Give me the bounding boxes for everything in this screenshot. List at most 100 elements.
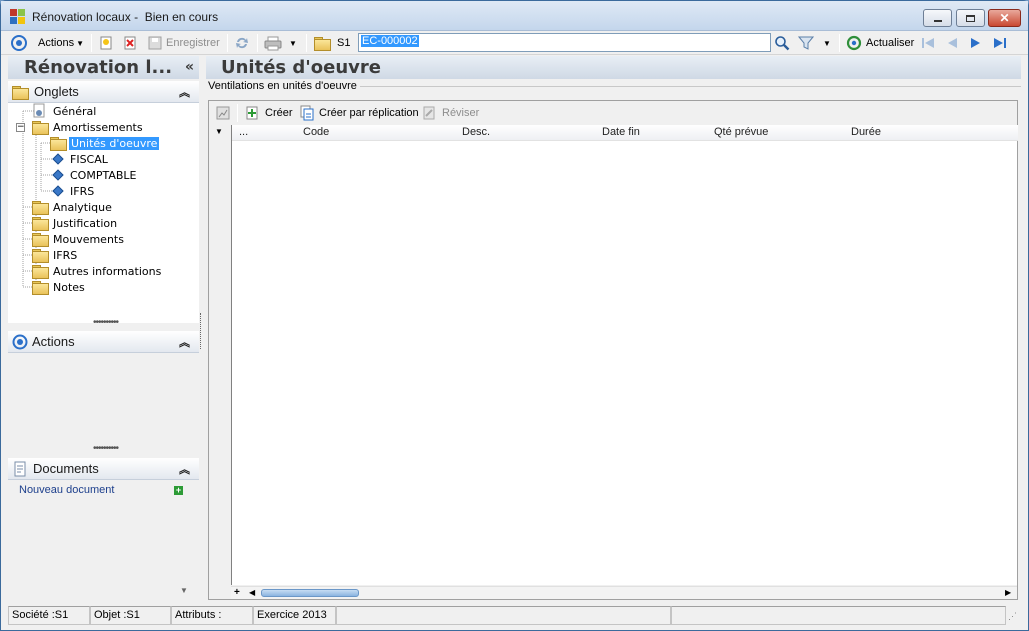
save-button[interactable]: Enregistrer (147, 31, 220, 55)
tree-item-label: Analytique (53, 200, 112, 214)
diamond-icon (52, 153, 64, 165)
tree-item-fiscal[interactable]: FISCAL (50, 151, 110, 167)
splitter-grip[interactable]: •••••••••• (93, 443, 119, 454)
column-header-more[interactable]: ... (239, 126, 248, 138)
tree-item-label: Unités d'oeuvre (69, 136, 160, 150)
maximize-button[interactable] (956, 9, 985, 27)
revise-button[interactable]: Réviser (421, 101, 479, 125)
record-title-text: Rénovation l... (24, 57, 173, 78)
image-icon (215, 105, 231, 121)
app-icon (10, 9, 26, 25)
splitter-grip[interactable]: •••••••••• (93, 317, 119, 328)
folder-icon (32, 217, 49, 231)
target-icon (12, 334, 28, 350)
horizontal-scrollbar[interactable]: + ◀ ▶ (231, 586, 1017, 599)
new-document-link[interactable]: Nouveau document (19, 484, 114, 496)
tree-item-ifrs[interactable]: IFRS (32, 247, 79, 263)
last-record-button[interactable] (992, 31, 1008, 55)
delete-icon (122, 35, 138, 51)
tree-item-label: Général (53, 104, 97, 118)
column-header-date-fin[interactable]: Date fin (602, 126, 640, 138)
collapse-panel-icon[interactable]: « (185, 56, 194, 79)
status-attributs: Attributs : (171, 606, 253, 625)
chevron-down-icon[interactable]: ▼ (180, 586, 188, 595)
create-replication-button[interactable]: Créer par réplication (299, 101, 419, 125)
create-button[interactable]: Créer (244, 101, 293, 125)
tree-item-ifrs-amort[interactable]: IFRS (50, 183, 96, 199)
tree-item-unites-oeuvre[interactable]: Unités d'oeuvre (50, 135, 160, 151)
previous-icon (944, 35, 960, 51)
column-header-duree[interactable]: Durée (851, 126, 881, 138)
previous-record-button[interactable] (944, 31, 960, 55)
folder-icon (32, 121, 49, 135)
grid-menu-chevron-icon[interactable]: ▼ (215, 127, 223, 136)
actions-menu-button[interactable]: Actions ▼ (38, 31, 84, 55)
actions-panel-title: Actions (32, 334, 75, 349)
expand-minus-icon[interactable]: − (16, 122, 25, 132)
vertical-splitter[interactable] (200, 313, 203, 349)
revise-icon (421, 105, 437, 121)
tree-item-mouvements[interactable]: Mouvements (32, 231, 126, 247)
delete-button[interactable] (122, 31, 138, 55)
next-record-button[interactable] (968, 31, 984, 55)
s1-folder-button[interactable]: S1 (314, 31, 350, 55)
page-title: Unités d'oeuvre (206, 56, 1021, 79)
tree-item-label: IFRS (70, 184, 95, 198)
tree-item-general[interactable]: Général (31, 103, 98, 119)
tree-item-justification[interactable]: Justification (32, 215, 119, 231)
collapse-up-icon[interactable]: ︽ (179, 84, 190, 100)
new-button[interactable] (98, 31, 114, 55)
title-bar: Rénovation locaux - Bien en cours ✕ (1, 1, 1028, 31)
add-icon[interactable]: + (174, 486, 183, 495)
record-code-input[interactable]: EC-000002 (358, 33, 771, 52)
tree-item-label: IFRS (53, 248, 78, 262)
documents-panel-header[interactable]: Documents ︽ (8, 458, 199, 480)
tabs-panel-header[interactable]: Onglets ︽ (8, 81, 199, 103)
actions-panel-header[interactable]: Actions ︽ (8, 331, 199, 353)
collapse-up-icon[interactable]: ︽ (179, 334, 190, 350)
grid-toolbar: Créer Créer par réplication Réviser (209, 101, 1017, 125)
filter-button[interactable]: ▼ (797, 31, 831, 55)
column-header-desc[interactable]: Desc. (462, 126, 490, 138)
maximize-icon (966, 14, 975, 22)
search-icon (774, 35, 790, 51)
search-button[interactable] (774, 31, 790, 55)
scroll-left-icon[interactable]: ◀ (249, 588, 255, 597)
grid-view-button[interactable] (215, 101, 231, 125)
printer-icon (264, 35, 282, 51)
scroll-thumb[interactable] (261, 589, 359, 597)
open-folder-icon (50, 137, 67, 151)
add-row-icon[interactable]: + (234, 587, 240, 598)
tree-item-label: Justification (53, 216, 118, 230)
close-icon: ✕ (999, 11, 1010, 25)
collapse-up-icon[interactable]: ︽ (179, 461, 190, 477)
target-button[interactable] (11, 31, 27, 55)
resize-grip-icon[interactable]: ⋰ (1008, 611, 1019, 622)
revise-label: Réviser (442, 107, 480, 119)
folder-icon (12, 85, 29, 100)
status-objet: Objet :S1 (90, 606, 171, 625)
folder-icon (32, 265, 49, 279)
column-header-qte-prevue[interactable]: Qté prévue (714, 126, 768, 138)
refresh-button[interactable]: Actualiser (846, 31, 914, 55)
scroll-right-icon[interactable]: ▶ (1005, 588, 1011, 597)
tree-item-amortissements[interactable]: − Amortissements (16, 119, 145, 135)
tree-item-comptable[interactable]: COMPTABLE (50, 167, 138, 183)
tree-item-notes[interactable]: Notes (32, 279, 87, 295)
close-window-button[interactable]: ✕ (988, 9, 1021, 27)
minimize-button[interactable] (923, 9, 952, 27)
tree-item-label: COMPTABLE (70, 168, 137, 182)
grid-body[interactable]: ... Code Desc. Date fin Qté prévue Durée (231, 125, 1018, 585)
print-button[interactable]: ▼ (264, 31, 297, 55)
folder-icon (314, 37, 331, 51)
next-icon (968, 35, 984, 51)
folder-icon (32, 249, 49, 263)
first-record-button[interactable] (920, 31, 936, 55)
tree-item-autres-informations[interactable]: Autres informations (32, 263, 163, 279)
replicate-icon (299, 105, 315, 121)
tree-item-analytique[interactable]: Analytique (32, 199, 114, 215)
documents-panel-title: Documents (33, 461, 99, 476)
column-header-code[interactable]: Code (303, 126, 329, 138)
minimize-icon (933, 20, 942, 22)
sync-button[interactable] (234, 31, 250, 55)
